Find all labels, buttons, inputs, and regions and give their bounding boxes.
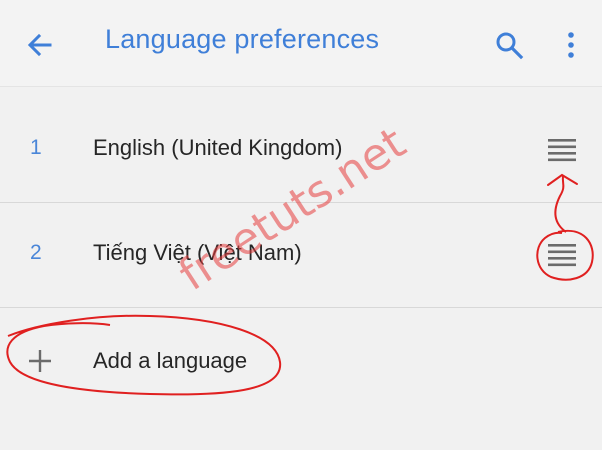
drag-handle-icon[interactable] xyxy=(546,241,578,269)
language-item-english[interactable]: 1 English (United Kingdom) xyxy=(0,98,602,203)
search-button[interactable] xyxy=(492,28,526,62)
add-language-button[interactable]: Add a language xyxy=(0,308,602,418)
plus-icon xyxy=(29,350,51,372)
more-vertical-icon xyxy=(568,32,574,58)
more-options-button[interactable] xyxy=(556,28,586,62)
search-icon xyxy=(496,32,524,60)
page-title: Language preferences xyxy=(105,24,380,54)
arrow-back-icon xyxy=(27,33,52,57)
language-item-vietnamese[interactable]: 2 Tiếng Việt (Việt Nam) xyxy=(0,203,602,308)
language-label: Tiếng Việt (Việt Nam) xyxy=(93,240,302,265)
language-label: English (United Kingdom) xyxy=(93,135,343,160)
language-index: 1 xyxy=(30,136,42,159)
app-bar: Language preferences xyxy=(0,0,602,87)
language-index: 2 xyxy=(30,241,42,264)
add-language-label: Add a language xyxy=(93,348,248,373)
drag-handle-icon[interactable] xyxy=(546,136,578,164)
back-button[interactable] xyxy=(22,28,56,62)
